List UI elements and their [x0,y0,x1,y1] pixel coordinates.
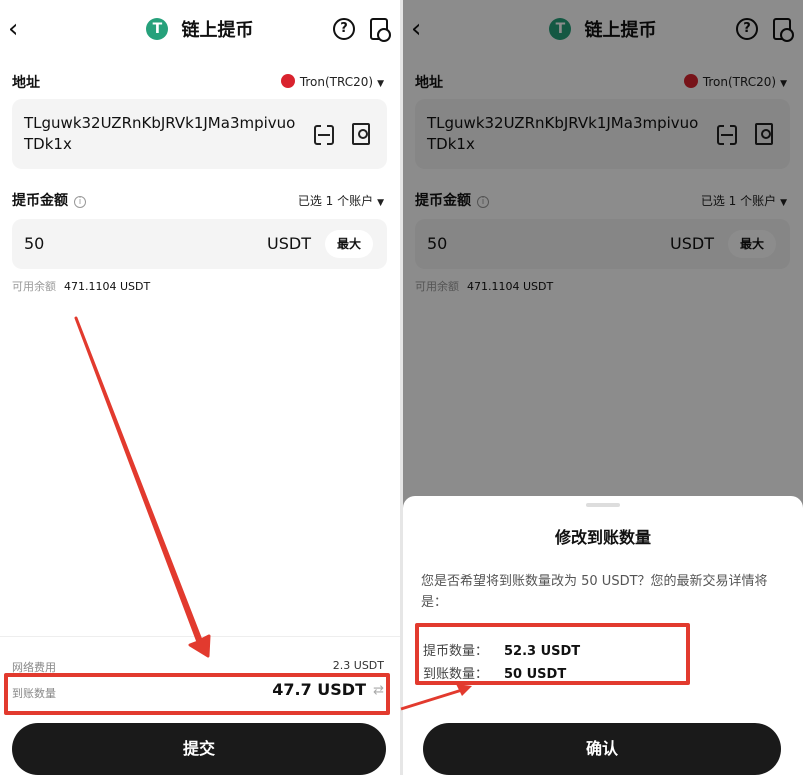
available-balance: 可用余额 471.1104 USDT [12,278,150,294]
drag-handle[interactable] [586,503,620,507]
caret-down-icon: ▼ [377,198,384,208]
highlight-box [4,673,390,715]
available-value: 471.1104 USDT [64,280,151,293]
scan-icon[interactable] [314,125,334,145]
sheet-message: 您是否希望将到账数量改为 50 USDT？您的最新交易详情将是： [421,574,768,610]
amount-label-text: 提币金额 [12,193,68,209]
available-label: 可用余额 [12,280,56,293]
info-icon[interactable]: i [74,196,86,208]
network-name: Tron(TRC20) [299,75,374,89]
amount-input[interactable]: 50 [24,234,44,253]
caret-down-icon: ▼ [377,79,384,89]
header: ‹ T 链上提币 ? [0,8,400,52]
left-screen: ‹ T 链上提币 ? 地址 Tron(TRC20) ▼ TLguwk32UZRnK… [0,0,400,775]
amount-label: 提币金额 i [12,190,86,210]
amount-unit: USDT [267,234,311,253]
account-select-text: 已选 1 个账户 [297,194,374,208]
address-book-icon[interactable] [352,123,370,145]
page-title: 链上提币 [181,20,254,41]
help-icon[interactable]: ? [333,18,355,40]
max-button[interactable]: 最大 [325,230,373,258]
fee-value: 2.3 USDT [332,659,384,672]
tron-icon [280,74,295,88]
address-value[interactable]: TLguwk32UZRnKbJRVk1JMa3mpivuoTDk1x [24,113,304,155]
history-icon[interactable] [370,18,391,42]
sheet-title: 修改到账数量 [554,528,651,547]
address-label: 地址 [12,75,40,91]
highlight-box [415,623,690,685]
right-screen: ‹ T 链上提币 ? 地址 Tron(TRC20) ▼ TLguwk32UZRnK… [403,0,803,775]
submit-button[interactable]: 提交 [12,723,386,775]
tether-icon: T [146,18,169,40]
confirm-button[interactable]: 确认 [423,723,781,775]
account-select[interactable]: 已选 1 个账户 ▼ [298,192,384,209]
amount-field[interactable]: 50 USDT 最大 [12,219,387,269]
network-select[interactable]: Tron(TRC20) ▼ [280,74,384,89]
address-field[interactable]: TLguwk32UZRnKbJRVk1JMa3mpivuoTDk1x [12,99,387,169]
